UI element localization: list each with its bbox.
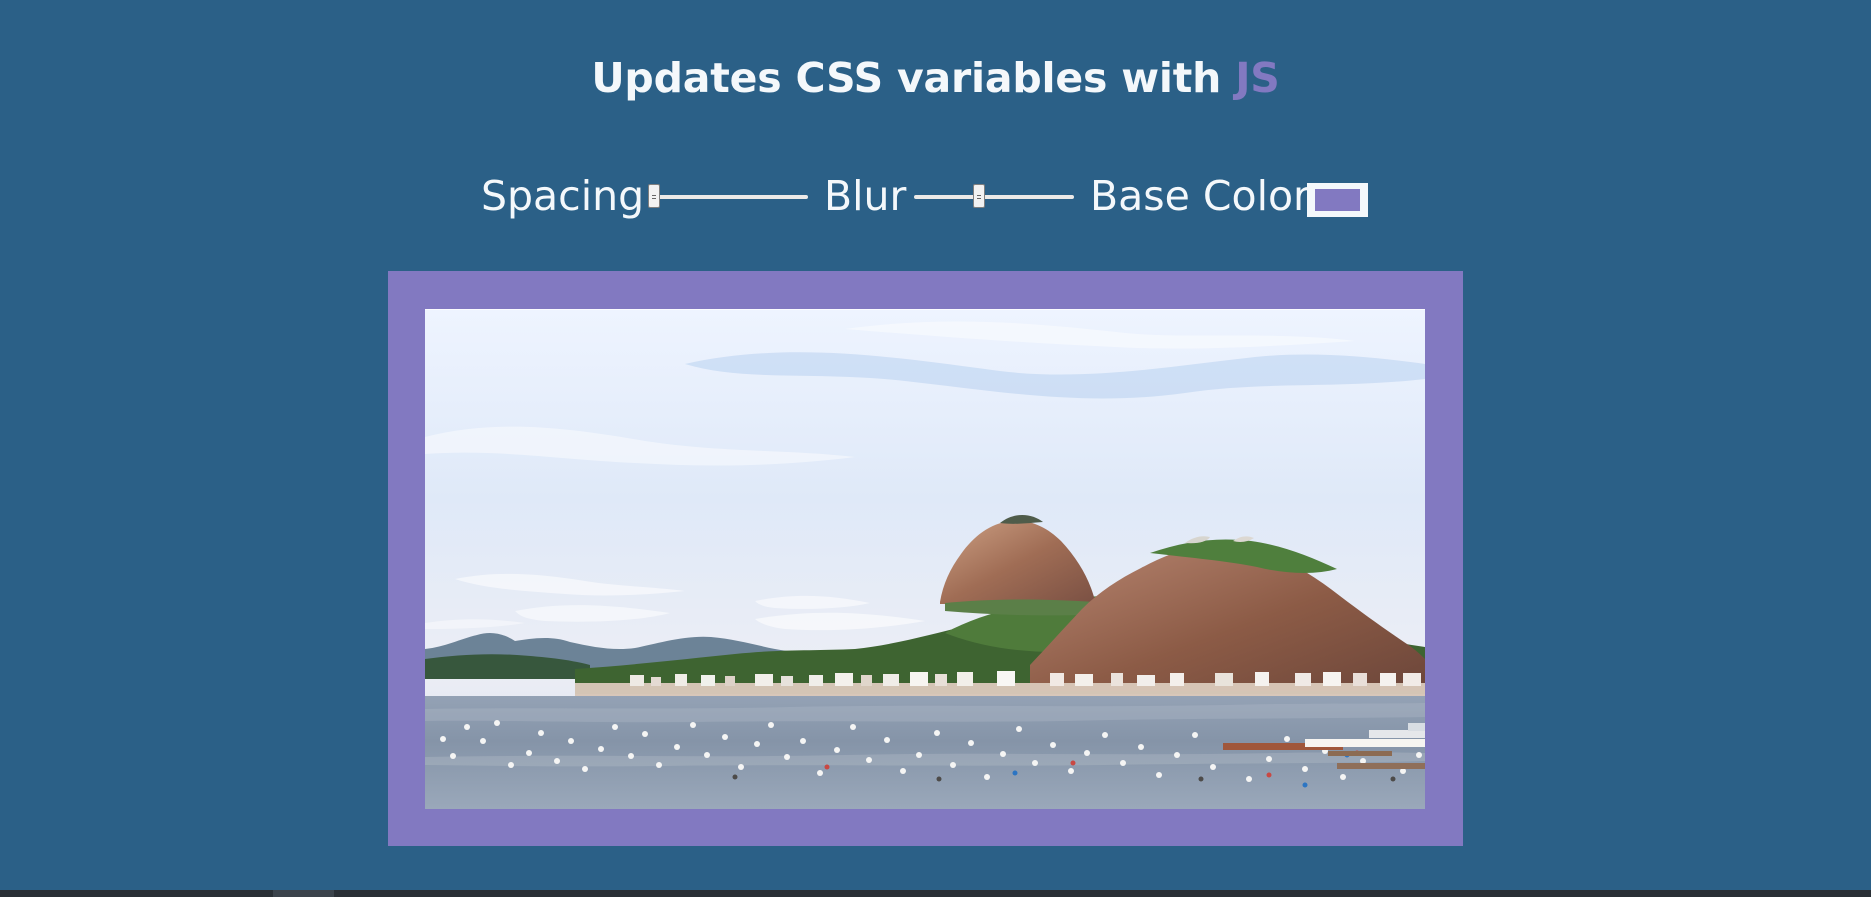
controls-bar: Spacing Blur Base Color <box>0 168 1871 224</box>
blur-label: Blur <box>824 172 907 220</box>
taskbar-item <box>273 890 334 897</box>
spacing-slider[interactable] <box>648 184 808 208</box>
blur-slider[interactable] <box>914 184 1074 208</box>
title-prefix: Updates CSS variables with <box>591 54 1236 102</box>
base-color-swatch <box>1315 189 1360 211</box>
landscape-photo-icon <box>425 309 1425 809</box>
spacing-slider-thumb[interactable] <box>648 184 660 208</box>
base-color-label: Base Color <box>1090 172 1310 220</box>
landscape-photo <box>425 309 1425 809</box>
blur-slider-thumb[interactable] <box>973 184 985 208</box>
taskbar <box>0 890 1871 897</box>
image-frame <box>388 271 1463 846</box>
base-color-input[interactable] <box>1307 183 1368 217</box>
spacing-label: Spacing <box>481 172 645 220</box>
page-title: Updates CSS variables with JS <box>0 47 1871 109</box>
title-accent-js: JS <box>1235 54 1280 102</box>
